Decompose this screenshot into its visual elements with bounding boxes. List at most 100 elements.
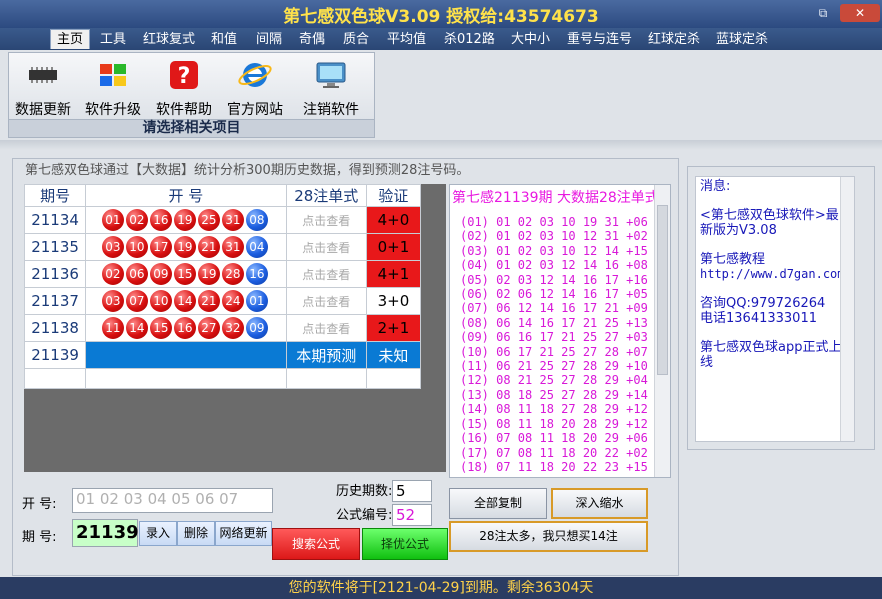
prediction-scrollbar[interactable] <box>654 185 670 477</box>
red-ball: 10 <box>125 236 148 258</box>
deep-shrink-button[interactable]: 深入缩水 <box>551 488 648 519</box>
tab-average[interactable]: 平均值 <box>387 30 426 50</box>
optimize-formula-button[interactable]: 择优公式 <box>362 528 448 560</box>
prediction-line: (06) 02 06 12 14 16 17 +05 <box>460 287 648 302</box>
table-header: 期号 开 号 28注单式 验证 <box>23 184 422 207</box>
history-count-input[interactable]: 5 <box>392 480 432 502</box>
prediction-line: (08) 06 14 16 17 21 25 +13 <box>460 315 648 330</box>
software-upgrade-button[interactable]: 软件升级 <box>81 59 145 119</box>
table-row: 21138 11 14 15 16 27 32 09 点击查看 2+1 <box>23 314 422 342</box>
balls-cell: 01 02 16 19 25 31 08 <box>85 206 287 234</box>
blue-ball: 16 <box>245 263 268 285</box>
balls-cell: 02 06 09 15 19 28 16 <box>85 260 287 288</box>
tab-size[interactable]: 大中小 <box>511 30 550 50</box>
red-ball: 32 <box>221 317 244 339</box>
red-ball: 14 <box>125 317 148 339</box>
enter-button[interactable]: 录入 <box>139 521 177 546</box>
toolbar: 数据更新 软件升级 ? 软件帮助 官方网站 注销软件 请选择相关项目 <box>8 52 375 138</box>
delete-button[interactable]: 删除 <box>177 521 215 546</box>
view-link[interactable]: 点击查看 <box>285 233 367 261</box>
logout-button[interactable]: 注销软件 <box>299 59 363 119</box>
group-title: 第七感双色球通过【大数据】统计分析300期历史数据，得到预测28注号码。 <box>22 159 473 178</box>
tab-kill-012[interactable]: 杀012路 <box>444 30 495 50</box>
red-ball: 15 <box>173 263 196 285</box>
tab-odd-even[interactable]: 奇偶 <box>299 30 325 50</box>
qi-label: 期 号: <box>22 530 57 545</box>
qi-input[interactable]: 21139 <box>72 519 139 547</box>
red-ball: 31 <box>221 236 244 258</box>
chip-icon <box>29 67 57 83</box>
prediction-line: (03) 01 02 03 10 12 14 +15 <box>460 243 648 258</box>
red-ball: 09 <box>149 263 172 285</box>
table-row: 21137 03 07 10 14 21 24 01 点击查看 3+0 <box>23 287 422 315</box>
view-link[interactable]: 点击查看 <box>285 206 367 234</box>
help-icon: ? <box>170 61 198 89</box>
message-version: <第七感双色球软件>最新版为V3.08 <box>700 208 839 238</box>
verify-cell: 4+0 <box>365 206 422 234</box>
tab-prime[interactable]: 质合 <box>343 30 369 50</box>
tab-repeat[interactable]: 重号与连号 <box>567 30 632 50</box>
message-scrollbar[interactable] <box>840 177 854 441</box>
toolbar-caption: 请选择相关项目 <box>9 119 374 137</box>
red-ball: 15 <box>149 317 172 339</box>
message-tutorial: 第七感教程 <box>700 252 766 267</box>
history-table: 期号 开 号 28注单式 验证 21134 01 02 16 19 25 31 08 点击查看 4… <box>23 184 422 389</box>
col-numbers: 开 号 <box>85 184 287 207</box>
view-link[interactable]: 点击查看 <box>285 260 367 288</box>
software-help-button[interactable]: ? 软件帮助 <box>152 59 216 119</box>
view-link[interactable]: 点击查看 <box>285 287 367 315</box>
red-ball: 19 <box>173 209 196 231</box>
tab-tools[interactable]: 工具 <box>100 30 126 50</box>
message-title: 消息: <box>700 179 731 194</box>
prediction-line: (01) 01 02 03 10 19 31 +06 <box>460 215 648 229</box>
tab-sum[interactable]: 和值 <box>211 30 237 50</box>
data-update-button[interactable]: 数据更新 <box>11 59 75 119</box>
prediction-line: (14) 08 11 18 27 28 29 +12 <box>460 402 648 417</box>
formula-label: 公式编号: <box>336 508 393 523</box>
search-formula-button[interactable]: 搜索公式 <box>272 528 360 560</box>
tab-interval[interactable]: 间隔 <box>256 30 282 50</box>
title-bar: 第七感双色球V3.09 授权给:43574673 ⧉ ✕ <box>0 0 882 28</box>
message-qq: 咨询QQ:979726264 <box>700 296 826 311</box>
prediction-line: (17) 07 08 11 18 20 22 +02 <box>460 445 648 460</box>
prediction-scroll-thumb[interactable] <box>657 205 668 375</box>
history-count-label: 历史期数: <box>336 484 393 499</box>
buy-14-button[interactable]: 28注太多，我只想买14注 <box>449 521 648 552</box>
col-28-single: 28注单式 <box>285 184 367 207</box>
restore-icon[interactable]: ⧉ <box>810 4 836 22</box>
red-ball: 03 <box>101 290 124 312</box>
ie-icon <box>238 63 272 87</box>
predict-row: 21139 本期预测 未知 <box>23 341 422 369</box>
col-period: 期号 <box>23 184 87 207</box>
red-ball: 17 <box>149 236 172 258</box>
red-ball: 19 <box>197 263 220 285</box>
prediction-line: (18) 07 11 18 20 22 23 +15 <box>460 459 648 474</box>
message-app: 第七感双色球app正式上线 <box>700 340 842 370</box>
prediction-lines: (01) 01 02 03 10 19 31 +06 (02) 01 02 03 … <box>460 215 648 474</box>
kai-input[interactable]: 01 02 03 04 05 06 07 <box>72 488 273 513</box>
copy-all-button[interactable]: 全部复制 <box>449 488 547 519</box>
view-link[interactable]: 点击查看 <box>285 314 367 342</box>
close-icon[interactable]: ✕ <box>840 4 880 22</box>
official-site-label: 官方网站 <box>227 102 283 118</box>
balls-cell: 03 10 17 19 21 31 04 <box>85 233 287 261</box>
red-ball: 10 <box>149 290 172 312</box>
prediction-line: (10) 06 17 21 25 27 28 +07 <box>460 344 648 359</box>
red-ball: 21 <box>197 290 220 312</box>
blue-ball: 09 <box>245 317 268 339</box>
message-url[interactable]: http://www.d7gan.com/ <box>700 267 852 282</box>
official-site-button[interactable]: 官方网站 <box>223 59 287 119</box>
net-update-button[interactable]: 网络更新 <box>215 521 272 546</box>
tab-blue-kill[interactable]: 蓝球定杀 <box>716 30 768 50</box>
ribbon-divider <box>0 140 882 150</box>
formula-input[interactable]: 52 <box>392 504 432 526</box>
prediction-line: (05) 02 03 12 14 16 17 +16 <box>460 272 648 287</box>
tab-red-kill[interactable]: 红球定杀 <box>648 30 700 50</box>
software-upgrade-label: 软件升级 <box>85 102 141 118</box>
tab-home[interactable]: 主页 <box>50 29 91 49</box>
prediction-line: (09) 06 16 17 21 25 27 +03 <box>460 330 648 345</box>
windows-icon <box>100 64 126 86</box>
table-row: 21136 02 06 09 15 19 28 16 点击查看 4+1 <box>23 260 422 288</box>
prediction-panel[interactable]: 第七感21139期 大数据28注单式 (01) 01 02 03 10 19 3… <box>449 184 671 478</box>
tab-red-multi[interactable]: 红球复式 <box>143 30 195 50</box>
